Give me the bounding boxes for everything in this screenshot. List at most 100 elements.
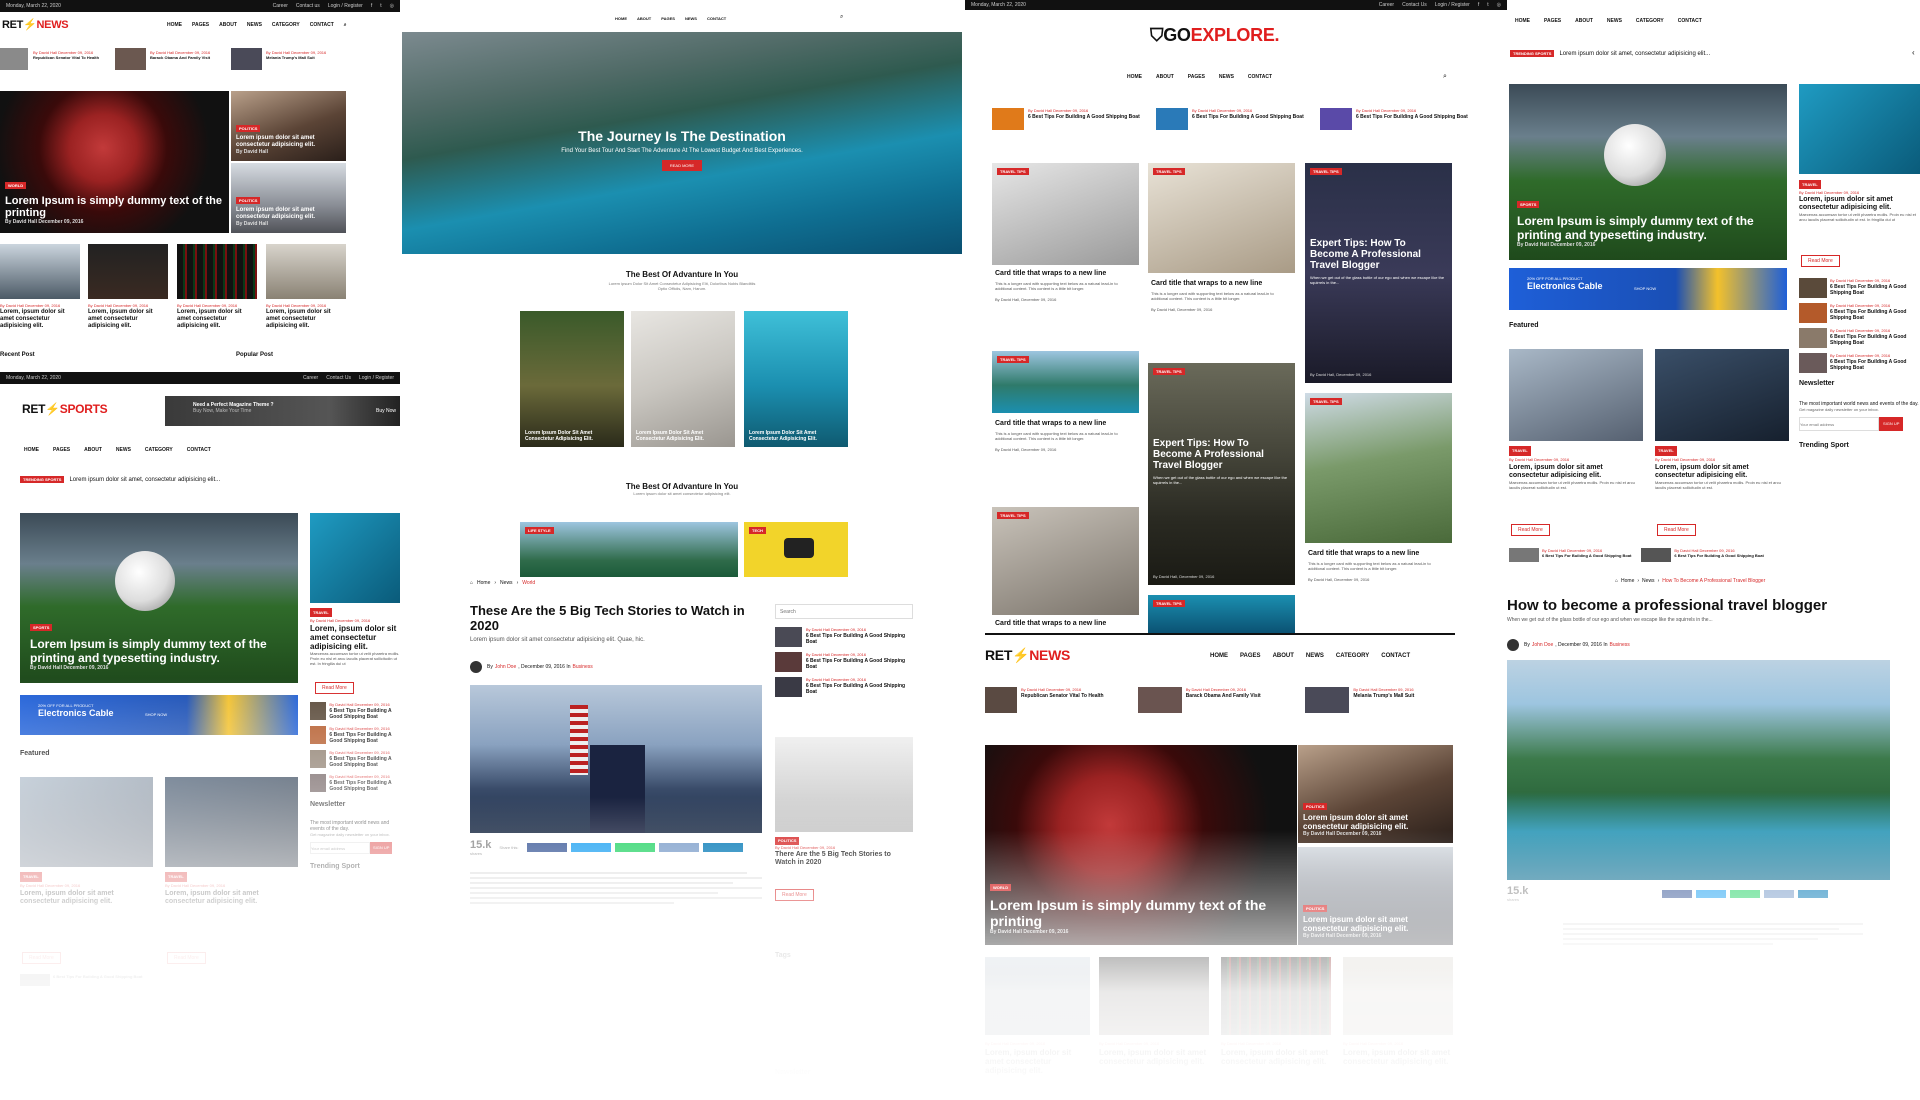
travel-card[interactable]: LIFE STYLE (520, 522, 738, 577)
signup-button[interactable]: SIGN UP (370, 842, 393, 854)
card-image[interactable]: TRAVEL TIPS (1148, 163, 1295, 273)
side-thumb[interactable] (310, 513, 400, 603)
card[interactable]: Card title that wraps to a new line This… (995, 420, 1135, 453)
nav-pages[interactable]: PAGES (661, 16, 675, 21)
nav-news[interactable]: NEWS (116, 447, 131, 453)
grid-item[interactable]: By David Hall December 09, 2016 Lorem, ip… (1099, 1039, 1209, 1066)
ticker-item[interactable]: By David Hall December 09, 2016 6 Best Ti… (1320, 108, 1470, 130)
twitter-icon[interactable]: t (380, 3, 381, 9)
nav-about[interactable]: ABOUT (637, 16, 651, 21)
site-logo[interactable]: ⛉GOEXPLORE. (1150, 25, 1280, 46)
shop-now-button[interactable]: SHOP NOW (145, 712, 167, 717)
nav-category[interactable]: CATEGORY (145, 447, 173, 453)
header-ad[interactable]: Need a Perfect Magazine Theme ? Buy Now, … (165, 396, 400, 426)
feature-card[interactable]: TRAVEL TIPS Expert Tips: How To Become A… (1148, 363, 1295, 585)
nav-news[interactable]: NEWS (1306, 653, 1324, 659)
search-input[interactable] (775, 604, 913, 619)
travel-card[interactable]: Lorem Ipsum Dolor Sit Amet Consectetur A… (520, 311, 624, 447)
travel-card[interactable]: TECH (744, 522, 848, 577)
nav-home[interactable]: HOME (615, 16, 627, 21)
hero-post[interactable]: SPORTS Lorem Ipsum is simply dummy text … (1509, 84, 1787, 260)
nav-news[interactable]: NEWS (1219, 74, 1234, 80)
nav-pages[interactable]: PAGES (53, 447, 70, 453)
search-icon[interactable]: ⌕ (344, 22, 347, 28)
nav-news[interactable]: NEWS (1607, 18, 1622, 24)
grid-thumb[interactable] (177, 244, 257, 299)
side-thumb[interactable] (1799, 84, 1920, 174)
grid-item[interactable]: By David Hall December 09, 2016 Lorem, ip… (88, 302, 168, 330)
read-more-button[interactable]: Read More (775, 889, 814, 901)
nav-pages[interactable]: PAGES (1188, 74, 1205, 80)
side-post[interactable]: POLITICS Lorem ipsum dolor sit amet conse… (231, 91, 346, 161)
nav-contact[interactable]: CONTACT (310, 22, 334, 28)
career-link[interactable]: Career (273, 3, 288, 9)
login-link[interactable]: Login / Register (328, 3, 363, 9)
read-more-button[interactable]: Read More (315, 682, 354, 694)
ticker-item[interactable]: By David Hall December 09, 2016 Melania T… (1305, 687, 1455, 713)
featured-item[interactable]: TRAVEL By David Hall December 09, 2016 L… (1655, 446, 1789, 490)
facebook-share-button[interactable] (526, 843, 567, 852)
featured-thumb[interactable] (1509, 349, 1643, 441)
grid-thumb[interactable] (0, 244, 80, 299)
list-item[interactable]: By David Hall December 09, 2016 6 Best Ti… (775, 677, 913, 697)
travel-card[interactable]: Lorem Ipsum Dolor Sit Amet Consectetur A… (631, 311, 735, 447)
nav-home[interactable]: HOME (167, 22, 182, 28)
list-item[interactable]: By David Hall December 09, 2016 6 Best Ti… (1799, 353, 1920, 373)
hero-post[interactable]: WORLD Lorem Ipsum is simply dummy text o… (985, 745, 1297, 945)
read-more-button[interactable]: READ MORE (661, 160, 703, 171)
nav-contact[interactable]: CONTACT (1248, 74, 1272, 80)
nav-contact[interactable]: CONTACT (1381, 653, 1410, 659)
nav-contact[interactable]: CONTACT (187, 447, 211, 453)
ticker-item[interactable]: By David Hall December 09, 2016 6 Best Ti… (992, 108, 1142, 130)
list-item[interactable]: By David Hall December 09, 2016 6 Best Ti… (310, 774, 400, 792)
nav-news[interactable]: NEWS (247, 22, 262, 28)
card-image[interactable]: TRAVEL TIPS (992, 351, 1139, 413)
buy-now-button[interactable]: Buy Now (376, 408, 396, 414)
nav-home[interactable]: HOME (24, 447, 39, 453)
career-link[interactable]: Career (303, 375, 318, 381)
ticker-item[interactable]: By David Hall December 09, 2016 Republica… (985, 687, 1120, 713)
nav-about[interactable]: ABOUT (1273, 653, 1294, 659)
sidebar-card[interactable]: POLITICS By David Hall December 09, 2016… (775, 837, 913, 867)
list-item[interactable]: By David Hall December 09, 2016 6 Best Ti… (1799, 303, 1920, 323)
card[interactable]: Card title that wraps to a new line This… (1308, 550, 1448, 583)
feature-card[interactable]: TRAVEL TIPS Expert Tips: How To Become A… (1305, 163, 1452, 383)
contact-link[interactable]: Contact Us (326, 375, 351, 381)
linkedin-share-button[interactable] (702, 843, 743, 852)
read-more-button[interactable]: Read More (1657, 524, 1696, 536)
site-logo[interactable]: RET⚡NEWS (985, 647, 1070, 664)
home-icon[interactable]: ⌂ (1615, 578, 1618, 584)
card-image[interactable]: TRAVEL TIPS (1305, 393, 1452, 543)
side-post[interactable]: TRAVEL By David Hall December 09, 2016 L… (310, 608, 400, 666)
nav-news[interactable]: NEWS (685, 16, 697, 21)
grid-item[interactable]: By David Hall December 09, 2016 Lorem, ip… (1221, 1039, 1331, 1066)
nav-about[interactable]: ABOUT (1575, 18, 1593, 24)
list-item[interactable]: By David Hall December 09, 2016 6 Best Ti… (310, 726, 400, 744)
signup-button[interactable]: SIGN UP (1879, 417, 1904, 431)
grid-item[interactable]: By David Hall December 09, 2016 Lorem, ip… (0, 302, 80, 330)
ticker-item[interactable]: By David Hall December 09, 2016 Barack Ob… (150, 50, 225, 60)
career-link[interactable]: Career (1379, 2, 1394, 8)
email-share-button[interactable] (658, 843, 699, 852)
email-input[interactable] (1799, 417, 1879, 431)
grid-thumb[interactable] (266, 244, 346, 299)
nav-about[interactable]: ABOUT (219, 22, 237, 28)
side-post[interactable]: TRAVEL By David Hall December 09, 2016 L… (1799, 180, 1920, 222)
promo-banner[interactable]: 20% OFF FOR ALL PRODUCT Electronics Cabl… (20, 695, 298, 735)
login-link[interactable]: Login / Register (359, 375, 394, 381)
nav-category[interactable]: CATEGORY (1636, 18, 1664, 24)
featured-item[interactable]: TRAVEL By David Hall December 09, 2016 L… (1509, 446, 1643, 490)
search-icon[interactable]: ⌕ (840, 14, 843, 21)
card[interactable]: Card title that wraps to a new line This… (1151, 280, 1291, 313)
nav-home[interactable]: HOME (1210, 653, 1228, 659)
grid-item[interactable]: By David Hall December 09, 2016 Lorem, ip… (266, 302, 346, 330)
nav-about[interactable]: ABOUT (84, 447, 102, 453)
side-post[interactable]: POLITICS Lorem ipsum dolor sit amet conse… (1298, 847, 1453, 945)
twitter-icon[interactable]: t (1487, 2, 1488, 8)
site-logo[interactable]: RET⚡SPORTS (22, 402, 108, 416)
shop-now-button[interactable]: SHOP NOW (1634, 286, 1656, 291)
featured-thumb[interactable] (165, 777, 298, 867)
list-item[interactable]: By David Hall December 09, 2016 6 Best Ti… (1799, 328, 1920, 348)
nav-home[interactable]: HOME (1515, 18, 1530, 24)
nav-about[interactable]: ABOUT (1156, 74, 1174, 80)
